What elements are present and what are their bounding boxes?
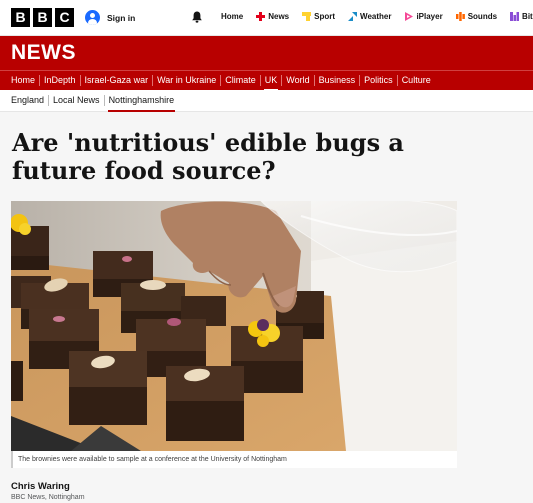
section-nav-item[interactable]: Business: [315, 75, 361, 86]
subsection-nav: England Local News Nottinghamshire: [0, 90, 533, 112]
section-nav-item-active[interactable]: UK: [261, 75, 283, 90]
global-nav-weather[interactable]: Weather: [348, 12, 391, 21]
image-caption: The brownies were available to sample at…: [11, 451, 457, 468]
signin-link[interactable]: Sign in: [85, 10, 135, 25]
global-nav-sport[interactable]: Sport: [302, 12, 335, 21]
section-nav: Home InDepth Israel-Gaza war War in Ukra…: [0, 70, 533, 90]
logo-letter-b1: B: [11, 8, 30, 27]
global-header: B B C Sign in Home News Sport Weather iP…: [0, 0, 533, 36]
global-nav-weather-label: Weather: [360, 12, 392, 21]
global-nav-home-label: Home: [221, 12, 244, 21]
section-nav-item[interactable]: World: [282, 75, 315, 86]
section-nav-item[interactable]: Home: [7, 75, 41, 86]
brownies-photo: [11, 201, 457, 451]
signin-label: Sign in: [107, 12, 136, 23]
section-nav-item[interactable]: Climate: [221, 75, 261, 86]
bitesize-icon: [510, 12, 520, 21]
global-nav-sounds[interactable]: Sounds: [455, 12, 498, 21]
subsection-nav-item[interactable]: Local News: [49, 95, 105, 106]
global-nav-sport-label: Sport: [314, 12, 336, 21]
news-icon: [256, 12, 266, 21]
global-nav-sounds-label: Sounds: [467, 12, 498, 21]
news-wordmark[interactable]: NEWS: [11, 41, 76, 65]
section-nav-item[interactable]: InDepth: [40, 75, 81, 86]
global-nav-news[interactable]: News: [256, 12, 289, 21]
author-name: Chris Waring: [11, 481, 70, 492]
news-banner: NEWS: [0, 36, 533, 70]
global-nav-iplayer[interactable]: iPlayer: [404, 12, 443, 21]
global-nav-bitesize-label: Bit: [522, 12, 533, 21]
notifications-bell-icon[interactable]: [190, 10, 204, 24]
subsection-nav-item-active[interactable]: Nottinghamshire: [105, 95, 179, 112]
iplayer-icon: [405, 12, 414, 21]
global-nav-iplayer-label: iPlayer: [416, 12, 443, 21]
global-nav-news-label: News: [268, 12, 290, 21]
weather-icon: [348, 12, 358, 21]
sport-icon: [302, 12, 312, 21]
article-hero-image: [11, 201, 457, 451]
logo-letter-b2: B: [33, 8, 52, 27]
global-nav: Home News Sport Weather iPlayer Sounds B…: [221, 12, 533, 21]
section-nav-item[interactable]: War in Ukraine: [153, 75, 222, 86]
section-nav-item[interactable]: Culture: [398, 75, 435, 86]
global-nav-bitesize[interactable]: Bit: [510, 12, 533, 21]
section-nav-item[interactable]: Politics: [360, 75, 398, 86]
author-organisation: BBC News, Nottingham: [11, 494, 85, 501]
section-nav-item[interactable]: Israel-Gaza war: [81, 75, 154, 86]
sounds-icon: [455, 12, 465, 21]
global-nav-home[interactable]: Home: [221, 12, 243, 21]
subsection-nav-item[interactable]: England: [7, 95, 50, 106]
user-icon: [85, 10, 100, 25]
bbc-logo[interactable]: B B C: [11, 8, 74, 27]
article-headline: Are 'nutritious' edible bugs a future fo…: [12, 128, 404, 185]
logo-letter-c: C: [55, 8, 74, 27]
